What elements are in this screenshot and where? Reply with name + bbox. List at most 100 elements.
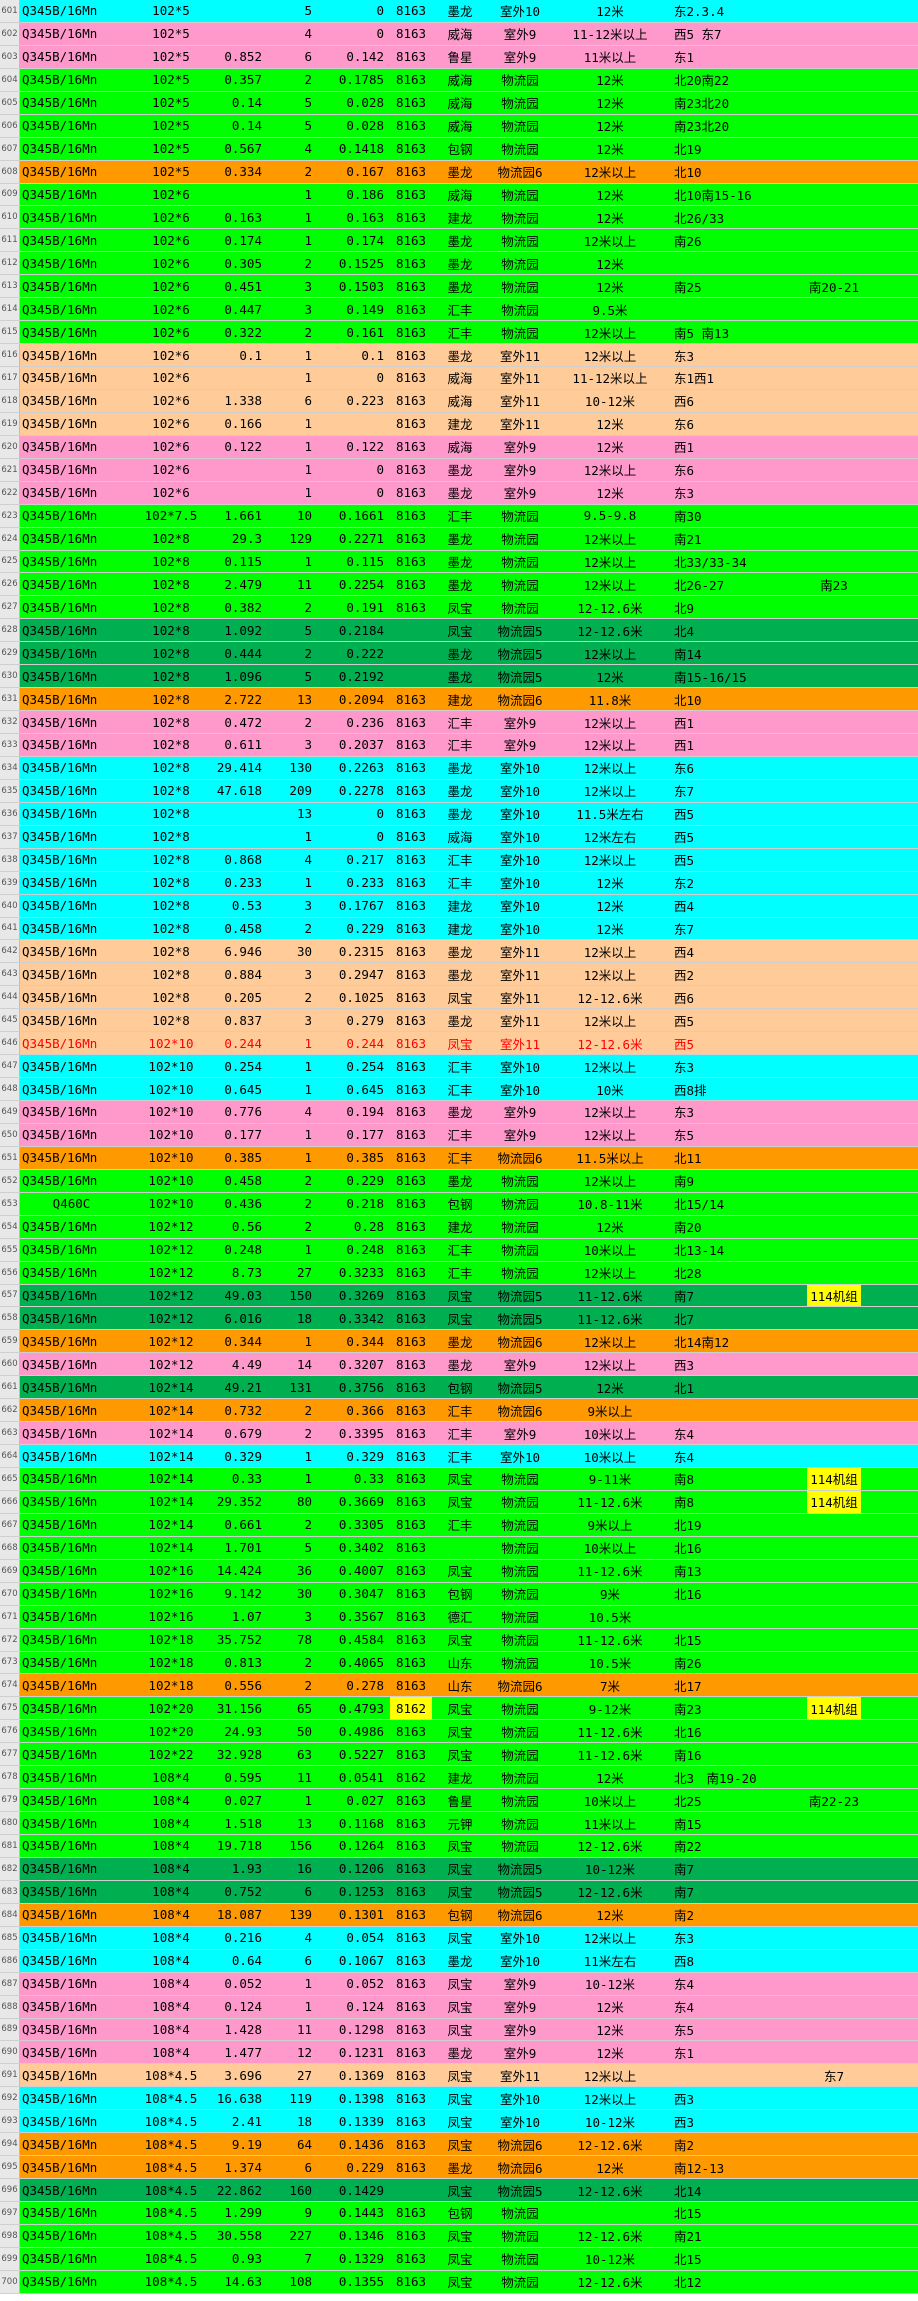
note-cell[interactable] [780, 1307, 888, 1329]
table-row[interactable]: 679 Q345B/16Mn 108*4 0.027 1 0.027 8163 鲁星 物流园 10… [0, 1789, 918, 1813]
factory-cell[interactable]: 墨龙 [434, 665, 486, 687]
warehouse-cell[interactable]: 物流园5 [486, 619, 554, 641]
code-cell[interactable]: 8163 [390, 92, 432, 114]
factory-cell[interactable]: 汇丰 [434, 298, 486, 320]
pieces-cell[interactable]: 36 [262, 1560, 312, 1582]
row-number[interactable]: 700 [0, 2270, 20, 2293]
note-cell[interactable] [780, 1583, 888, 1605]
pieces-cell[interactable]: 4 [262, 849, 312, 871]
material-cell[interactable]: Q345B/16Mn [21, 1078, 121, 1100]
pieces-cell[interactable]: 4 [262, 138, 312, 160]
unit-weight-cell[interactable]: 0.1398 [312, 2087, 384, 2109]
material-cell[interactable]: Q345B/16Mn [21, 505, 121, 527]
note-cell[interactable]: 114机组 [780, 1697, 888, 1720]
material-cell[interactable]: Q345B/16Mn [21, 1055, 121, 1077]
weight-cell[interactable]: 18.087 [172, 1904, 262, 1926]
table-row[interactable]: 696 Q345B/16Mn 108*4.5 22.862 160 0.1429 凤宝 物流园… [0, 2179, 918, 2202]
note-cell[interactable] [780, 872, 888, 894]
warehouse-cell[interactable]: 室外10 [486, 757, 554, 779]
location-cell[interactable]: 西1 [672, 711, 780, 733]
material-cell[interactable]: Q345B/16Mn [21, 1858, 121, 1880]
warehouse-cell[interactable]: 物流园6 [486, 2156, 554, 2178]
length-cell[interactable]: 11-12.6米 [556, 1720, 664, 1742]
pieces-cell[interactable]: 2 [262, 1674, 312, 1696]
code-cell[interactable]: 8163 [390, 321, 432, 343]
unit-weight-cell[interactable]: 0.2184 [312, 619, 384, 641]
warehouse-cell[interactable]: 室外9 [486, 459, 554, 481]
note-cell[interactable] [780, 2133, 888, 2155]
location-cell[interactable]: 西5 [672, 849, 780, 871]
note-cell[interactable] [780, 184, 888, 206]
unit-weight-cell[interactable]: 0.3342 [312, 1307, 384, 1329]
note-cell[interactable] [780, 2019, 888, 2041]
warehouse-cell[interactable]: 室外10 [486, 895, 554, 917]
material-cell[interactable]: Q345B/16Mn [21, 826, 121, 848]
unit-weight-cell[interactable]: 0.3269 [312, 1285, 384, 1307]
location-cell[interactable]: 西8排 [672, 1078, 780, 1100]
warehouse-cell[interactable]: 室外9 [486, 1124, 554, 1146]
location-cell[interactable]: 西2 [672, 963, 780, 985]
table-row[interactable]: 627 Q345B/16Mn 102*8 0.382 2 0.191 8163 凤宝 物流园 12… [0, 596, 918, 620]
note-cell[interactable] [780, 734, 888, 756]
warehouse-cell[interactable]: 物流园6 [486, 1330, 554, 1352]
unit-weight-cell[interactable]: 0.1339 [312, 2110, 384, 2132]
weight-cell[interactable]: 0.14 [172, 115, 262, 137]
factory-cell[interactable]: 威海 [434, 390, 486, 412]
note-cell[interactable] [780, 138, 888, 160]
code-cell[interactable]: 8163 [390, 505, 432, 527]
row-number[interactable]: 617 [0, 367, 20, 389]
code-cell[interactable] [390, 642, 432, 664]
pieces-cell[interactable]: 4 [262, 1101, 312, 1123]
note-cell[interactable] [780, 1743, 888, 1765]
material-cell[interactable]: Q345B/16Mn [21, 2202, 121, 2224]
factory-cell[interactable]: 汇丰 [434, 1514, 486, 1536]
code-cell[interactable]: 8163 [390, 115, 432, 137]
weight-cell[interactable]: 0.357 [172, 69, 262, 91]
note-cell[interactable]: 114机组 [780, 1490, 888, 1513]
pieces-cell[interactable]: 30 [262, 940, 312, 962]
length-cell[interactable]: 10-12米 [556, 2248, 664, 2270]
material-cell[interactable]: Q345B/16Mn [21, 528, 121, 550]
unit-weight-cell[interactable]: 0.1264 [312, 1835, 384, 1857]
location-cell[interactable]: 北15 [672, 2202, 780, 2224]
pieces-cell[interactable]: 160 [262, 2179, 312, 2201]
unit-weight-cell[interactable]: 0.149 [312, 298, 384, 320]
unit-weight-cell[interactable]: 0.4065 [312, 1652, 384, 1674]
factory-cell[interactable]: 墨龙 [434, 1101, 486, 1123]
weight-cell[interactable]: 0.64 [172, 1950, 262, 1972]
location-cell[interactable]: 东4 [672, 1996, 780, 2018]
table-row[interactable]: 613 Q345B/16Mn 102*6 0.451 3 0.1503 8163 墨龙 物流园 1… [0, 275, 918, 299]
warehouse-cell[interactable]: 室外11 [486, 940, 554, 962]
pieces-cell[interactable]: 10 [262, 505, 312, 527]
material-cell[interactable]: Q345B/16Mn [21, 1468, 121, 1490]
weight-cell[interactable]: 6.946 [172, 940, 262, 962]
unit-weight-cell[interactable]: 0.1429 [312, 2179, 384, 2201]
pieces-cell[interactable]: 139 [262, 1904, 312, 1926]
weight-cell[interactable]: 0.645 [172, 1078, 262, 1100]
unit-weight-cell[interactable]: 0.223 [312, 390, 384, 412]
pieces-cell[interactable]: 2 [262, 918, 312, 940]
pieces-cell[interactable]: 2 [262, 986, 312, 1008]
location-cell[interactable]: 南5 南13 [672, 321, 780, 343]
table-row[interactable]: 666 Q345B/16Mn 102*14 29.352 80 0.3669 8163 凤宝物… [0, 1490, 918, 1514]
note-cell[interactable] [780, 367, 888, 389]
code-cell[interactable]: 8163 [390, 551, 432, 573]
pieces-cell[interactable]: 9 [262, 2202, 312, 2224]
table-row[interactable]: 610 Q345B/16Mn 102*6 0.163 1 0.163 8163 建龙 物流园 12… [0, 206, 918, 230]
unit-weight-cell[interactable]: 0.229 [312, 2156, 384, 2178]
material-cell[interactable]: Q345B/16Mn [21, 665, 121, 687]
material-cell[interactable]: Q345B/16Mn [21, 1353, 121, 1375]
material-cell[interactable]: Q345B/16Mn [21, 1422, 121, 1444]
pieces-cell[interactable]: 2 [262, 69, 312, 91]
pieces-cell[interactable]: 1 [262, 872, 312, 894]
weight-cell[interactable]: 0.837 [172, 1009, 262, 1031]
factory-cell[interactable]: 建龙 [434, 895, 486, 917]
pieces-cell[interactable]: 3 [262, 275, 312, 297]
pieces-cell[interactable]: 129 [262, 528, 312, 550]
warehouse-cell[interactable]: 物流园 [486, 1789, 554, 1811]
code-cell[interactable]: 8163 [390, 275, 432, 297]
length-cell[interactable]: 11-12.6米 [556, 1629, 664, 1651]
factory-cell[interactable]: 威海 [434, 69, 486, 91]
weight-cell[interactable]: 0.122 [172, 436, 262, 458]
factory-cell[interactable]: 汇丰 [434, 872, 486, 894]
